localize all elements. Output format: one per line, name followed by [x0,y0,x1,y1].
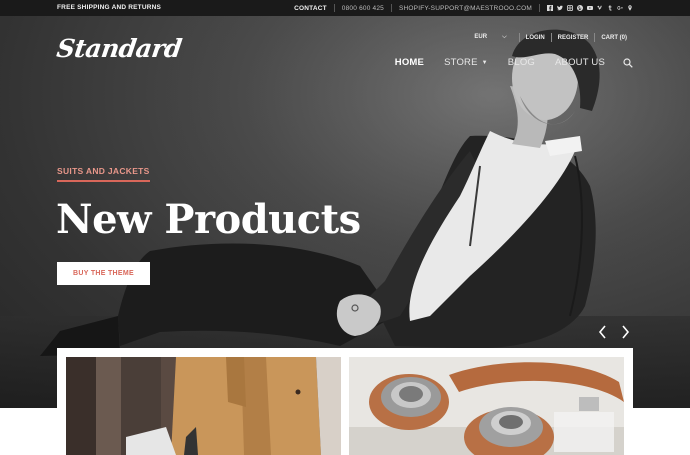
nav-item-store[interactable]: STORE ▼ [444,57,488,68]
search-icon[interactable] [623,57,633,68]
featured-products [57,348,633,455]
currency-selector[interactable]: EUR ⌵ [462,34,518,41]
social-links [540,5,633,11]
youtube-icon[interactable] [587,5,593,11]
facebook-icon[interactable] [547,5,553,11]
nav-item-label: HOME [394,57,425,68]
nav-item-blog[interactable]: BLOG [508,57,535,68]
product-card-coat[interactable] [66,357,341,455]
slider-arrows [598,325,630,339]
pinterest-icon[interactable] [577,5,583,11]
location-icon[interactable] [627,5,633,11]
coat-product-image [66,357,341,455]
register-link[interactable]: REGISTER [552,35,595,41]
twitter-icon[interactable] [557,5,563,11]
buy-theme-button[interactable]: BUY THE THEME [57,262,150,285]
vimeo-icon[interactable] [597,5,603,11]
product-card-headphones[interactable] [349,357,624,455]
contact-link[interactable]: CONTACT [287,5,334,12]
currency-label: EUR [474,34,488,40]
instagram-icon[interactable] [567,5,573,11]
support-email[interactable]: SHOPIFY-SUPPORT@MAESTROOO.COM [392,5,539,12]
googleplus-icon[interactable] [617,5,623,11]
hero-kicker[interactable]: SUITS AND JACKETS [57,166,150,182]
login-link[interactable]: LOGIN [520,35,551,41]
nav-item-home[interactable]: HOME [395,57,424,68]
nav-item-label: ABOUT US [555,57,605,68]
chevron-right-icon[interactable] [620,325,630,339]
main-nav: HOME STORE ▼ BLOG ABOUT US [375,57,633,68]
cart-link[interactable]: CART (0) [595,35,633,41]
top-bar: FREE SHIPPING AND RETURNS CONTACT 0800 6… [0,0,690,16]
chevron-down-icon: ▼ [481,59,488,66]
headphones-product-image [349,357,624,455]
chevron-left-icon[interactable] [598,325,608,339]
utility-nav: EUR ⌵ LOGIN REGISTER CART (0) [462,33,633,42]
tumblr-icon[interactable] [607,5,613,11]
phone-number: 0800 600 425 [341,4,384,12]
top-bar-right: CONTACT 0800 600 425 SHOPIFY-SUPPORT@MAE… [287,3,633,13]
nav-item-label: STORE [444,57,478,68]
chevron-down-icon: ⌵ [502,34,507,40]
hero-headline: New Products [56,196,361,243]
brand-logo[interactable]: Standard [55,34,183,63]
shipping-notice: FREE SHIPPING AND RETURNS [57,4,162,11]
nav-item-about[interactable]: ABOUT US [555,57,605,68]
nav-item-label: BLOG [507,57,535,68]
